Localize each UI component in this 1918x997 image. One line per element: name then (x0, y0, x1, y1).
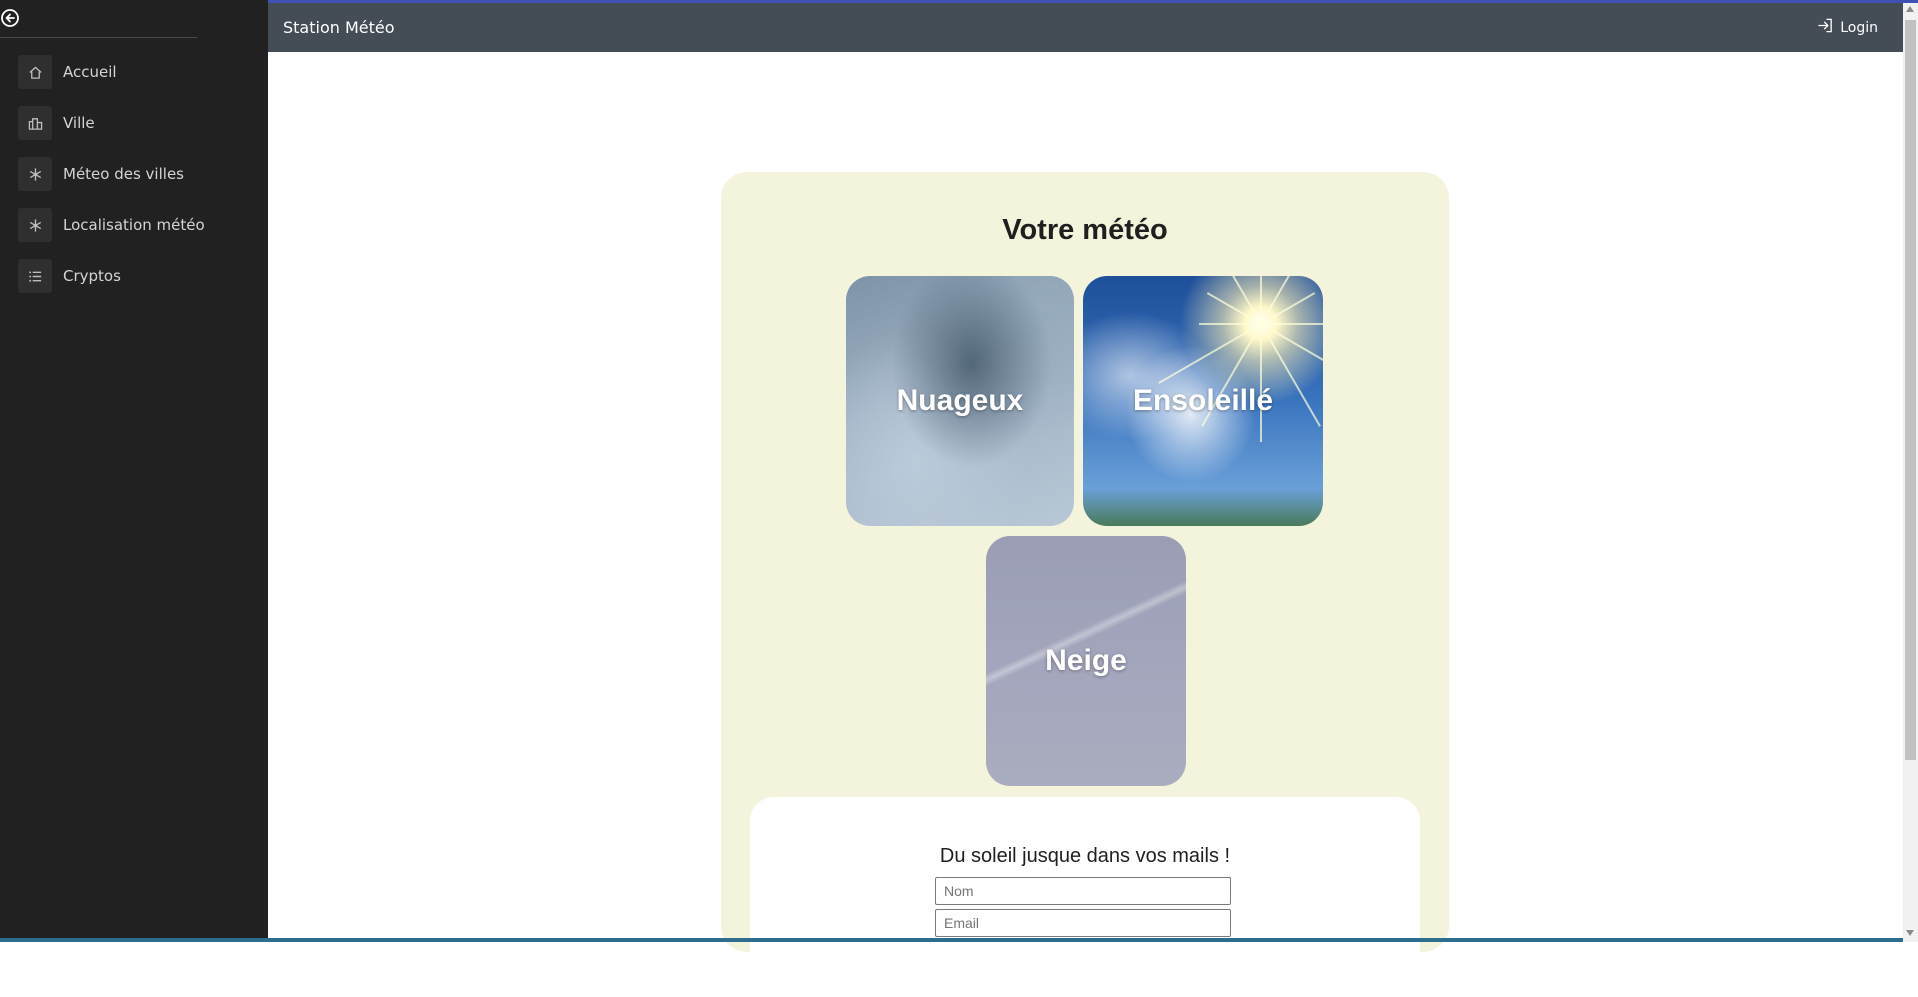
sidebar-item-label: Cryptos (63, 267, 121, 285)
back-arrow-icon[interactable] (0, 8, 20, 28)
sidebar-item-label: Ville (63, 114, 95, 132)
sidebar: Accueil Ville Méteo des villes Localisat… (0, 0, 268, 942)
snowflake-icon (18, 208, 52, 242)
login-icon (1817, 17, 1834, 38)
newsletter-title: Du soleil jusque dans vos mails ! (939, 845, 1231, 867)
page-title: Votre météo (1002, 214, 1168, 246)
home-icon (18, 55, 52, 89)
login-label: Login (1840, 19, 1878, 36)
sidebar-item-cryptos[interactable]: Cryptos (0, 259, 268, 310)
sidebar-item-localisation-meteo[interactable]: Localisation météo (0, 208, 268, 259)
tile-label: Nuageux (896, 384, 1024, 417)
name-input[interactable] (935, 877, 1231, 905)
scroll-up-icon[interactable] (1906, 6, 1914, 12)
sun-ray (1158, 292, 1316, 384)
sidebar-item-label: Localisation météo (63, 216, 205, 234)
tile-label: Ensoleillé (1132, 384, 1274, 417)
weather-tile-sunny[interactable]: Ensoleillé (1083, 276, 1323, 526)
sidebar-item-label: Accueil (63, 63, 117, 81)
sidebar-item-accueil[interactable]: Accueil (0, 55, 268, 106)
snowflake-icon (18, 157, 52, 191)
login-button[interactable]: Login (1817, 17, 1878, 38)
sun-ray (1206, 292, 1323, 384)
newsletter-form: Du soleil jusque dans vos mails ! (750, 797, 1420, 997)
sidebar-item-ville[interactable]: Ville (0, 106, 268, 157)
weather-card: Votre météo Nuageux Ensoleillé Neige Du … (721, 172, 1449, 997)
app-title: Station Météo (283, 18, 395, 37)
bottom-strip (0, 938, 1903, 942)
scrollbar-thumb[interactable] (1905, 20, 1916, 760)
page-scrollbar[interactable] (1903, 3, 1918, 942)
sidebar-item-label: Méteo des villes (63, 165, 184, 183)
city-icon (18, 106, 52, 140)
sidebar-divider (0, 37, 197, 38)
scroll-down-icon[interactable] (1906, 930, 1914, 936)
email-input[interactable] (935, 909, 1231, 937)
sidebar-item-meteo-villes[interactable]: Méteo des villes (0, 157, 268, 208)
weather-tile-snow[interactable]: Neige (986, 536, 1186, 786)
sidebar-nav: Accueil Ville Méteo des villes Localisat… (0, 55, 268, 310)
top-bar: Station Météo Login (268, 3, 1903, 52)
weather-tile-cloudy[interactable]: Nuageux (846, 276, 1074, 526)
tile-label: Neige (1045, 644, 1127, 677)
list-icon (18, 259, 52, 293)
